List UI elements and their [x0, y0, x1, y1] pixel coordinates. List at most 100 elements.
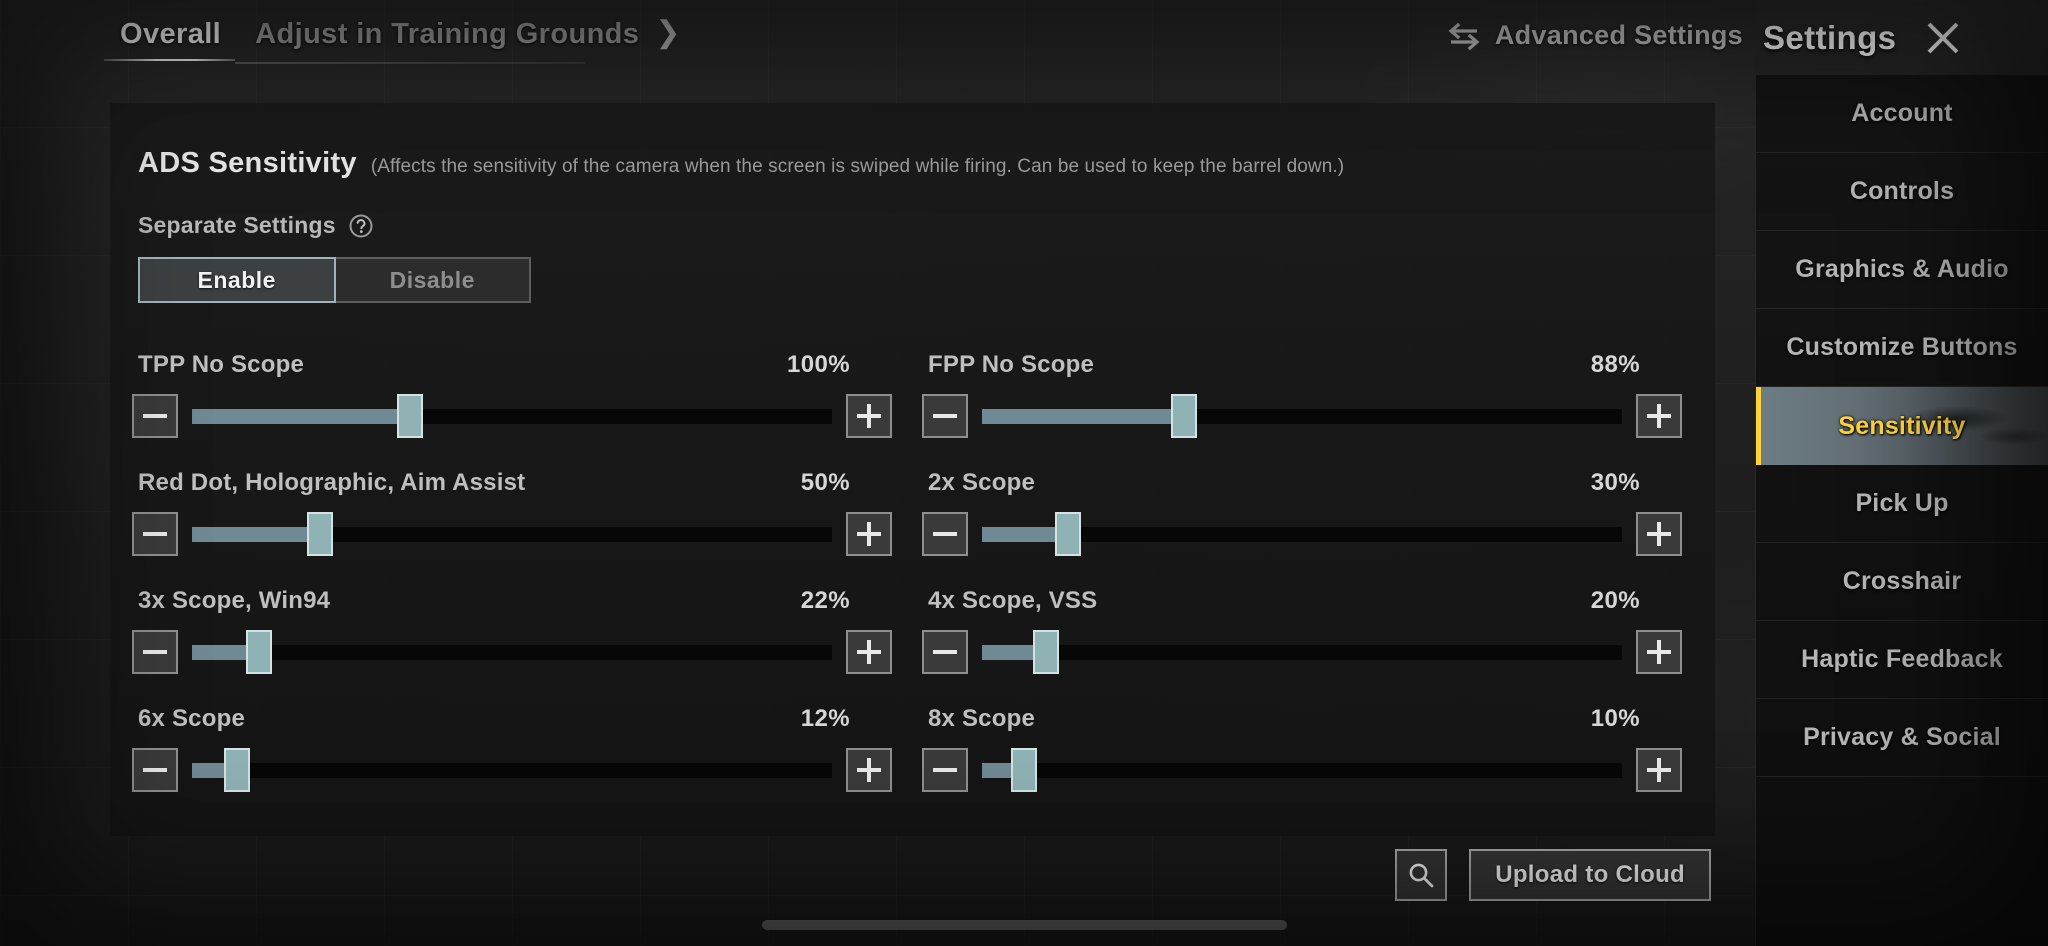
sidebar-item-label: Graphics & Audio	[1795, 255, 2008, 284]
sidebar-item-crosshair[interactable]: Crosshair	[1756, 543, 2048, 621]
close-icon[interactable]	[1922, 17, 1964, 59]
slider-label: TPP No Scope	[138, 351, 304, 379]
slider-header: 6x Scope12%	[132, 705, 892, 733]
sensitivity-slider-row: 6x Scope12%	[132, 675, 892, 793]
slider-track-area[interactable]	[192, 630, 832, 674]
sidebar-item-customize-buttons[interactable]: Customize Buttons	[1756, 309, 2048, 387]
content-panel: ADS Sensitivity (Affects the sensitivity…	[110, 103, 1715, 836]
increase-button[interactable]	[1636, 394, 1682, 438]
slider-thumb[interactable]	[1033, 630, 1059, 674]
plus-icon-v	[867, 522, 871, 546]
decrease-button[interactable]	[132, 630, 178, 674]
sidebar-item-sensitivity[interactable]: Sensitivity	[1756, 387, 2048, 465]
decrease-button[interactable]	[132, 394, 178, 438]
sidebar-item-graphics-audio[interactable]: Graphics & Audio	[1756, 231, 2048, 309]
increase-button[interactable]	[1636, 748, 1682, 792]
slider-controls	[922, 393, 1682, 439]
sidebar-item-list: Account Controls Graphics & Audio Customize…	[1755, 75, 2048, 946]
sidebar-item-label: Pick Up	[1855, 489, 1948, 518]
slider-value: 88%	[1591, 351, 1640, 379]
increase-button[interactable]	[1636, 630, 1682, 674]
slider-controls	[922, 747, 1682, 793]
tab-adjust-in-training-grounds[interactable]: Adjust in Training Grounds	[255, 18, 639, 61]
slider-thumb[interactable]	[397, 394, 423, 438]
slider-thumb[interactable]	[1011, 748, 1037, 792]
slider-value: 20%	[1591, 587, 1640, 615]
sidebar-item-label: Customize Buttons	[1786, 333, 2017, 362]
slider-thumb[interactable]	[246, 630, 272, 674]
upload-to-cloud-button[interactable]: Upload to Cloud	[1469, 849, 1711, 901]
search-button[interactable]	[1395, 849, 1447, 901]
sidebar-item-privacy-social[interactable]: Privacy & Social	[1756, 699, 2048, 777]
slider-fill	[192, 527, 320, 542]
slider-controls	[132, 747, 892, 793]
plus-icon-v	[1657, 404, 1661, 428]
slider-track[interactable]	[192, 763, 832, 778]
increase-button[interactable]	[846, 512, 892, 556]
sensitivity-slider-row: 4x Scope, VSS20%	[922, 557, 1682, 675]
horizontal-scrollbar-track[interactable]	[0, 920, 2048, 930]
minus-icon	[143, 768, 167, 772]
slider-value: 10%	[1591, 705, 1640, 733]
slider-track-area[interactable]	[192, 512, 832, 556]
slider-controls	[132, 511, 892, 557]
decrease-button[interactable]	[132, 748, 178, 792]
minus-icon	[143, 650, 167, 654]
slider-thumb[interactable]	[1055, 512, 1081, 556]
settings-sidebar: Settings AccountControlsGraphics & Audio…	[1755, 0, 2048, 946]
slider-thumb[interactable]	[224, 748, 250, 792]
increase-button[interactable]	[1636, 512, 1682, 556]
slider-thumb[interactable]	[1171, 394, 1197, 438]
advanced-settings-button[interactable]: Advanced Settings	[1447, 20, 1743, 51]
slider-track[interactable]	[192, 645, 832, 660]
slider-track-area[interactable]	[192, 748, 832, 792]
slider-track-area[interactable]	[982, 394, 1622, 438]
chevron-right-icon[interactable]: ❯	[655, 18, 680, 60]
sidebar-item-account[interactable]: Account	[1756, 75, 2048, 153]
increase-button[interactable]	[846, 748, 892, 792]
search-icon	[1406, 860, 1436, 890]
sidebar-item-haptic-feedback[interactable]: Haptic Feedback	[1756, 621, 2048, 699]
slider-value: 50%	[801, 469, 850, 497]
sidebar-item-controls[interactable]: Controls	[1756, 153, 2048, 231]
slider-track-area[interactable]	[982, 512, 1622, 556]
decrease-button[interactable]	[922, 394, 968, 438]
slider-value: 22%	[801, 587, 850, 615]
plus-icon-v	[1657, 522, 1661, 546]
decrease-button[interactable]	[132, 512, 178, 556]
increase-button[interactable]	[846, 630, 892, 674]
decrease-button[interactable]	[922, 512, 968, 556]
slider-track[interactable]	[982, 763, 1622, 778]
plus-icon-v	[867, 404, 871, 428]
sensitivity-slider-row: FPP No Scope88%	[922, 321, 1682, 439]
slider-track-area[interactable]	[982, 630, 1622, 674]
slider-thumb[interactable]	[307, 512, 333, 556]
plus-icon-v	[1657, 640, 1661, 664]
separate-settings-row: Separate Settings	[110, 180, 1715, 239]
sidebar-item-label: Controls	[1850, 177, 1954, 206]
sidebar-item-pick-up[interactable]: Pick Up	[1756, 465, 2048, 543]
decrease-button[interactable]	[922, 748, 968, 792]
slider-track-area[interactable]	[192, 394, 832, 438]
slider-label: 2x Scope	[928, 469, 1035, 497]
plus-icon-v	[1657, 758, 1661, 782]
minus-icon	[933, 414, 957, 418]
minus-icon	[143, 532, 167, 536]
slider-track[interactable]	[982, 645, 1622, 660]
toggle-disable-button[interactable]: Disable	[336, 257, 532, 303]
toggle-enable-button[interactable]: Enable	[138, 257, 336, 303]
increase-button[interactable]	[846, 394, 892, 438]
separate-settings-toggle: Enable Disable	[138, 257, 531, 303]
section-header: ADS Sensitivity (Affects the sensitivity…	[110, 103, 1715, 180]
plus-icon-v	[867, 640, 871, 664]
tab-overall[interactable]: Overall	[120, 18, 221, 61]
slider-value: 30%	[1591, 469, 1640, 497]
slider-track-area[interactable]	[982, 748, 1622, 792]
sidebar-item-label: Account	[1851, 99, 1952, 128]
decrease-button[interactable]	[922, 630, 968, 674]
horizontal-scrollbar-thumb[interactable]	[762, 920, 1287, 930]
question-mark-icon[interactable]	[348, 213, 374, 239]
settings-screen: Overall Adjust in Training Grounds ❯ Adv…	[0, 0, 2048, 946]
sidebar-item-label: Sensitivity	[1838, 412, 1965, 441]
sensitivity-slider-row: TPP No Scope100%	[132, 321, 892, 439]
